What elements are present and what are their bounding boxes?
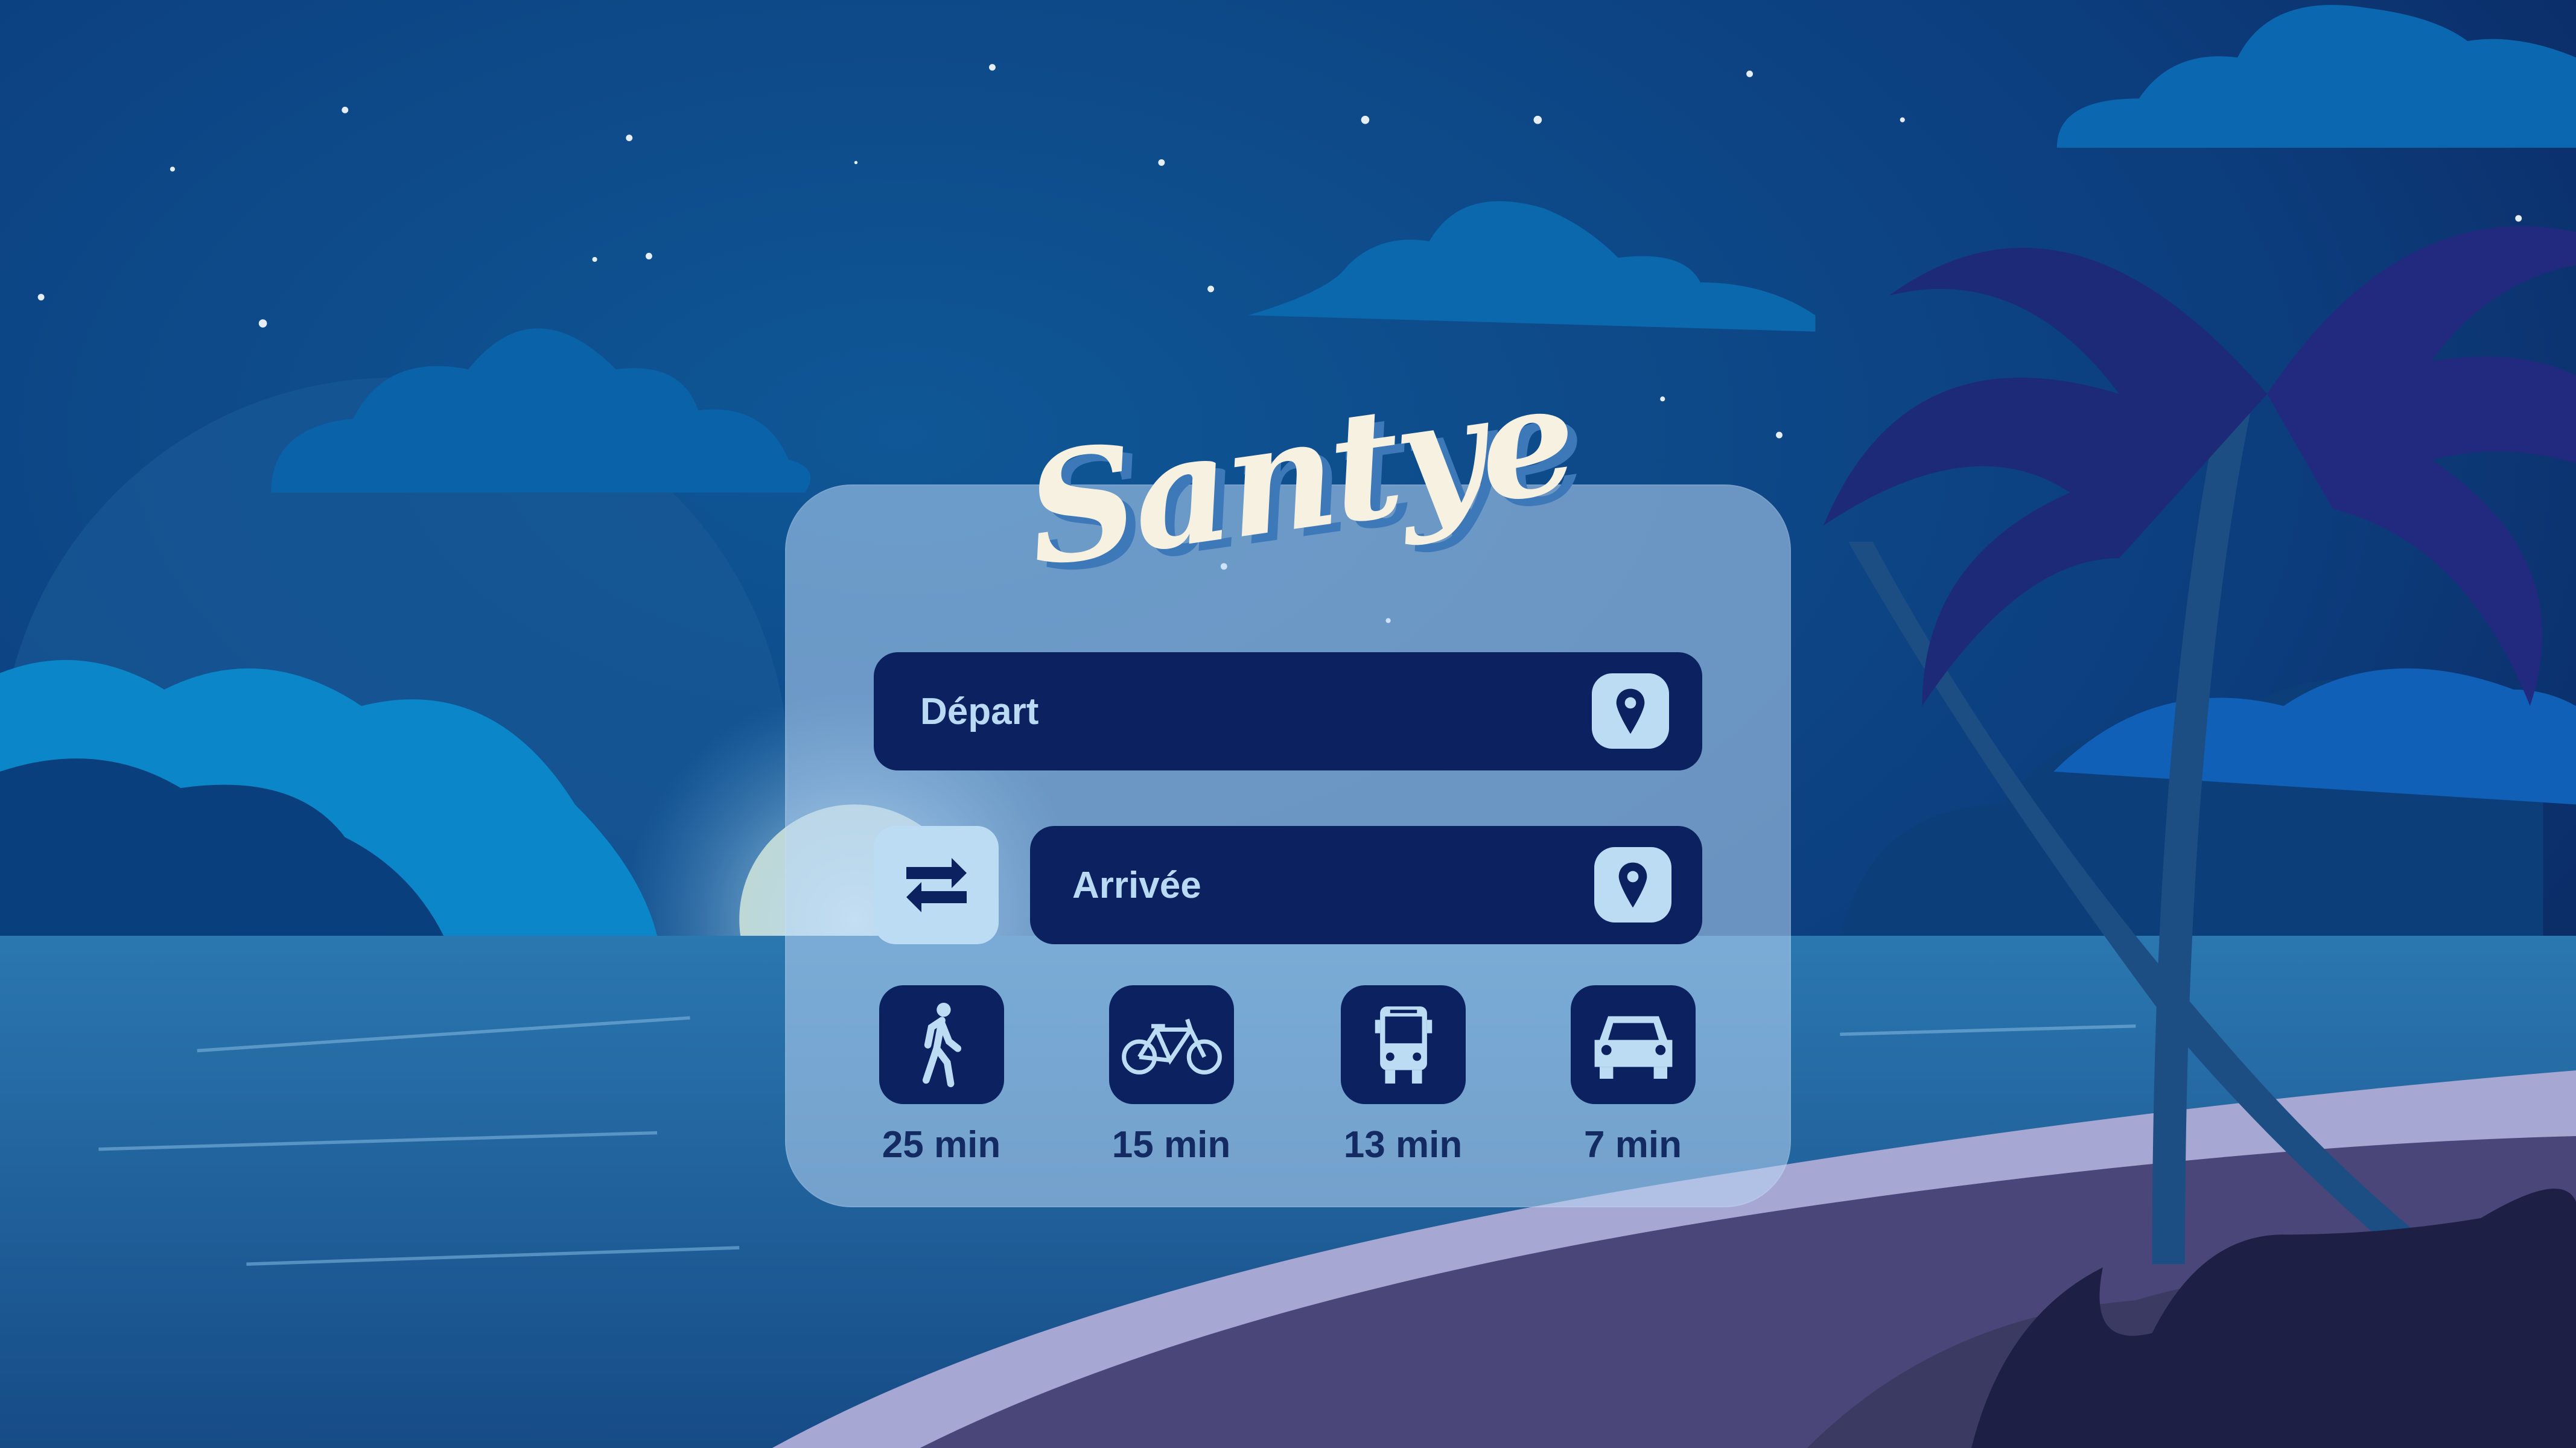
swap-route-button[interactable] xyxy=(874,826,999,944)
departure-placeholder: Départ xyxy=(920,690,1039,732)
arrival-placeholder: Arrivée xyxy=(1072,864,1201,906)
map-pin-icon xyxy=(1618,862,1647,907)
car-icon xyxy=(1594,1015,1672,1079)
mode-bike-button[interactable] xyxy=(1109,985,1234,1104)
mode-bus-button[interactable] xyxy=(1341,985,1466,1104)
bicycle-icon xyxy=(1121,1018,1222,1075)
car-duration: 7 min xyxy=(1584,1124,1682,1166)
walk-duration: 25 min xyxy=(882,1124,1001,1166)
arrival-input[interactable]: Arrivée xyxy=(1030,826,1702,944)
departure-input[interactable]: Départ xyxy=(874,652,1702,770)
mode-car-button[interactable] xyxy=(1571,985,1696,1104)
swap-arrows-icon xyxy=(906,858,967,912)
map-pin-icon xyxy=(1616,688,1645,734)
mode-walk-button[interactable] xyxy=(879,985,1004,1104)
walking-icon xyxy=(922,1002,961,1087)
departure-location-button[interactable] xyxy=(1592,673,1669,749)
arrival-location-button[interactable] xyxy=(1594,847,1671,922)
bus-duration: 13 min xyxy=(1343,1124,1463,1166)
bike-duration: 15 min xyxy=(1111,1124,1231,1166)
bus-icon xyxy=(1375,1006,1432,1084)
